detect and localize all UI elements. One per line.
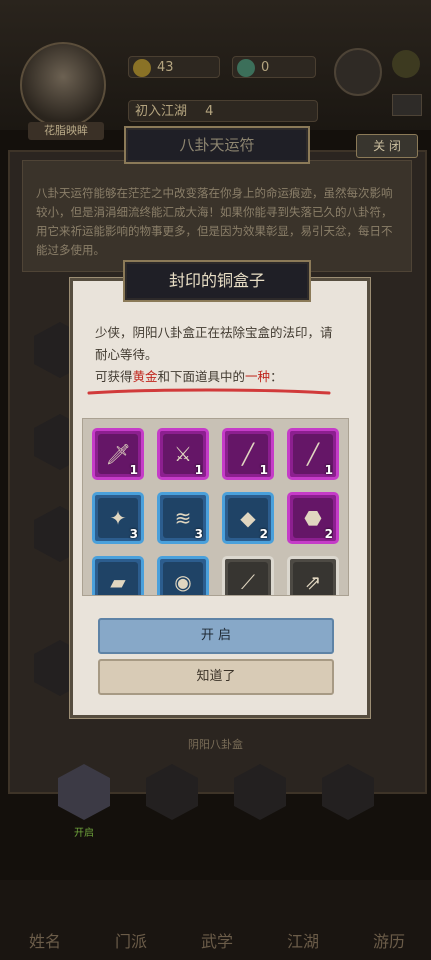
- line2-mid: 和下面道具中的: [157, 369, 246, 384]
- bottom-nav: 姓名 门派 武学 江湖 游历: [0, 880, 431, 960]
- item-count: 1: [324, 463, 333, 477]
- join-value: 4: [205, 104, 214, 119]
- gold-value: 43: [157, 60, 174, 75]
- nav-label: 江湖: [286, 932, 319, 951]
- nav-label: 游历: [372, 932, 405, 951]
- item-count: 3: [129, 527, 138, 541]
- brush-icon: ⟋: [228, 562, 268, 595]
- reward-item[interactable]: ▰: [92, 556, 144, 595]
- gear-icon[interactable]: [392, 50, 420, 78]
- yinyang-icon[interactable]: [334, 48, 382, 96]
- item-count: 3: [194, 527, 203, 541]
- item-count: 1: [129, 463, 138, 477]
- reward-item[interactable]: ◆ 2: [222, 492, 274, 544]
- reward-item[interactable]: ⟋: [222, 556, 274, 595]
- item-count: 1: [194, 463, 203, 477]
- gold-icon: [133, 59, 151, 77]
- reward-item[interactable]: ✦ 3: [92, 492, 144, 544]
- nav-label: 姓名: [28, 932, 61, 951]
- reward-item[interactable]: 🗡 1: [92, 428, 144, 480]
- reward-grid: 🗡 1 ⚔ 1 ╱ 1 ╱ 1 ✦ 3 ≋ 3 ◆ 2 ⬣ 2 ▰ ◉ ⟋ ⇗: [82, 418, 349, 596]
- reward-item[interactable]: ⬣ 2: [287, 492, 339, 544]
- nav-label: 武学: [200, 932, 233, 951]
- mail-icon[interactable]: [392, 94, 422, 116]
- reward-item[interactable]: ╱ 1: [222, 428, 274, 480]
- nav-item[interactable]: 门派: [96, 888, 166, 958]
- reward-item[interactable]: ≋ 3: [157, 492, 209, 544]
- modal-text-line1: 少侠，阴阳八卦盒正在祛除宝盒的法印，请耐心等待。: [95, 325, 333, 362]
- reward-item[interactable]: ⇗: [287, 556, 339, 595]
- modal-text: 少侠，阴阳八卦盒正在祛除宝盒的法印，请耐心等待。 可获得黄金和下面道具中的一种：: [95, 322, 343, 388]
- ok-button[interactable]: 知道了: [98, 659, 334, 695]
- gold-highlight: 黄金: [132, 369, 158, 384]
- box-slot-1-label: 开启: [74, 828, 94, 839]
- avatar-name: 花脂映眸: [28, 122, 104, 140]
- join-label: 初入江湖: [135, 104, 188, 119]
- reward-item[interactable]: ⚔ 1: [157, 428, 209, 480]
- avatar[interactable]: [20, 42, 106, 128]
- item-count: 1: [259, 463, 268, 477]
- line2-prefix: 可获得: [95, 369, 133, 384]
- modal-title: 封印的铜盒子: [123, 260, 311, 302]
- box-section-label: 阴阳八卦盒: [188, 738, 243, 751]
- one-highlight: 一种: [245, 369, 271, 384]
- gold-counter: 43: [128, 56, 220, 78]
- nav-item[interactable]: 姓名: [10, 888, 80, 958]
- jade-icon: [237, 59, 255, 77]
- jade-counter: 0: [232, 56, 316, 78]
- gold-ingot-icon: ▰: [98, 562, 138, 595]
- bagua-description: 八卦天运符能够在茫茫之中改变落在你身上的命运痕迹，虽然每次影响较小，但是涓涓细流…: [36, 186, 393, 257]
- join-row: 初入江湖 4: [128, 100, 318, 122]
- item-count: 2: [324, 527, 333, 541]
- reward-item[interactable]: ╱ 1: [287, 428, 339, 480]
- bagua-title: 八卦天运符: [124, 126, 310, 164]
- line2-suffix: ：: [270, 369, 283, 384]
- open-button[interactable]: 开 启: [98, 618, 334, 654]
- nav-label: 门派: [114, 932, 147, 951]
- arrows-icon: ⇗: [293, 562, 333, 595]
- red-underline-mark: [87, 388, 331, 395]
- reward-item[interactable]: ◉: [157, 556, 209, 595]
- modal-text-line2: 可获得黄金和下面道具中的一种：: [95, 366, 343, 388]
- nav-item[interactable]: 江湖: [268, 888, 338, 958]
- close-button[interactable]: 关 闭: [356, 134, 418, 158]
- silk-roll-icon: ◉: [163, 562, 203, 595]
- jade-value: 0: [261, 60, 270, 75]
- nav-item[interactable]: 游历: [354, 888, 424, 958]
- item-count: 2: [259, 527, 268, 541]
- nav-item[interactable]: 武学: [182, 888, 252, 958]
